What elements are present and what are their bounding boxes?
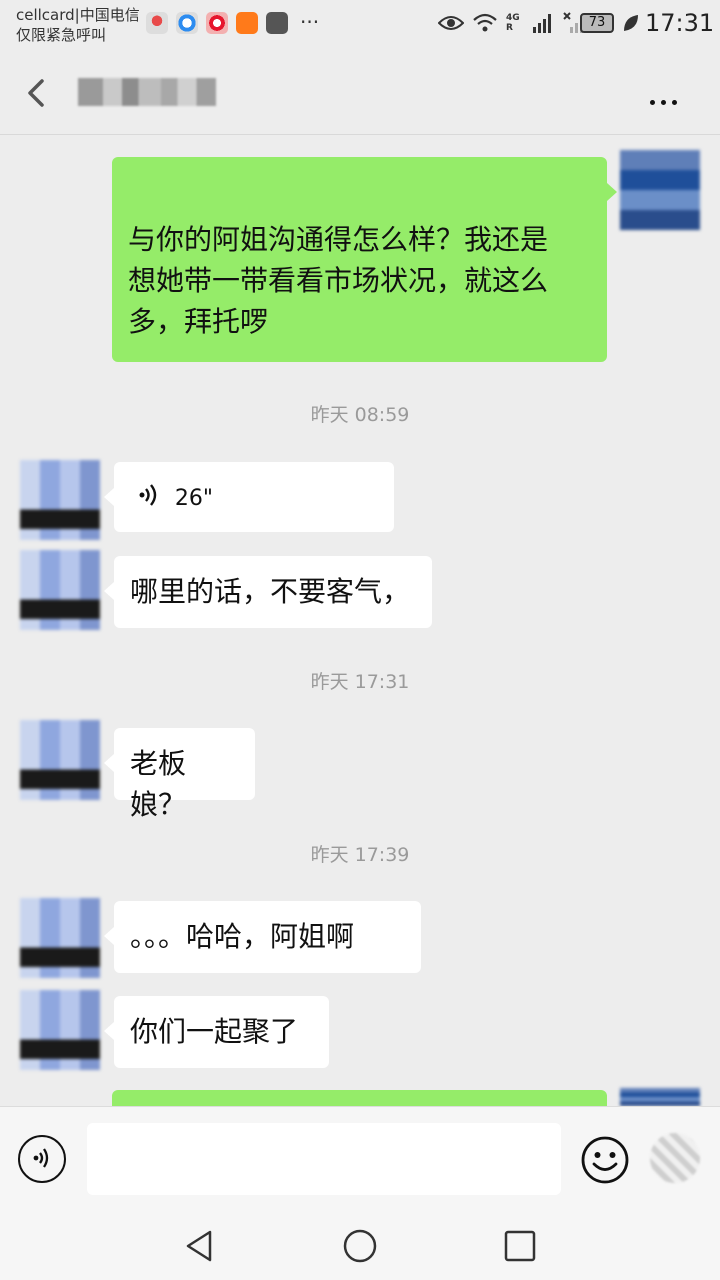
browser-app-icon (176, 12, 198, 34)
network-type: 4G R (506, 13, 520, 33)
message-text: 哪里的话，不要客气， (130, 575, 411, 608)
location-app-icon (146, 12, 168, 34)
message-text: 你们一起聚了 (130, 1015, 299, 1048)
back-chevron-icon[interactable] (20, 76, 54, 110)
incoming-message[interactable]: 老板娘？ (104, 728, 255, 821)
emergency-calls-only: 仅限紧急呼叫 (16, 26, 107, 44)
message-input[interactable] (87, 1123, 561, 1195)
nav-home-icon[interactable] (342, 1228, 378, 1264)
timestamp: 昨天 17:39 (310, 844, 410, 866)
message-text: 老板娘？ (130, 747, 187, 821)
eye-comfort-icon (438, 16, 464, 30)
voice-message[interactable]: 26" (104, 462, 394, 532)
incoming-message[interactable]: 。。。哈哈，阿姐啊 (104, 901, 421, 973)
incoming-message[interactable]: 你们一起聚了 (104, 996, 329, 1068)
message-text-line: 多，拜托啰 (128, 305, 269, 338)
message-text-line: 想她带一带看看市场状况，就这么 (128, 264, 549, 297)
outgoing-message[interactable]: 与你的阿姐沟通得怎么样？我还是 想她带一带看看市场状况，就这么 多，拜托啰 (112, 157, 617, 362)
outgoing-message-partial[interactable] (112, 1090, 607, 1106)
weibo-app-icon (206, 12, 228, 34)
plus-icon[interactable] (650, 1133, 700, 1183)
chat-title-pixelated (78, 78, 216, 106)
clock: 17:31 (645, 9, 715, 37)
timestamp: 昨天 17:31 (310, 671, 410, 693)
message-app-icon (266, 12, 288, 34)
contact-avatar[interactable] (20, 990, 100, 1070)
my-avatar[interactable] (620, 150, 700, 230)
more-dots-icon[interactable] (650, 90, 690, 105)
power-saving-leaf-icon (624, 15, 638, 31)
voice-input-icon[interactable] (18, 1135, 66, 1183)
message-text-line: 与你的阿姐沟通得怎么样？我还是 (128, 223, 549, 256)
input-bar (0, 1106, 720, 1211)
video-app-icon (236, 12, 258, 34)
contact-avatar[interactable] (20, 720, 100, 800)
chat-header (0, 50, 720, 135)
nav-recents-icon[interactable] (502, 1228, 538, 1264)
more-notifications-icon: ··· (300, 10, 320, 34)
nav-back-icon[interactable] (182, 1228, 218, 1264)
contact-avatar[interactable] (20, 460, 100, 540)
navigation-bar (0, 1210, 720, 1280)
carrier-name: cellcard|中国电信 (16, 6, 140, 24)
wifi-icon (473, 13, 497, 32)
timestamp: 昨天 08:59 (310, 404, 410, 426)
voice-wave-icon (138, 478, 160, 519)
notification-icons (146, 12, 288, 34)
battery-level: 73 (580, 13, 614, 33)
status-bar: cellcard|中国电信 仅限紧急呼叫 ··· 4G R 73 17:31 (0, 0, 720, 50)
emoji-icon[interactable] (580, 1135, 630, 1185)
system-icons: 4G R (438, 12, 588, 34)
voice-duration: 26" (174, 485, 214, 511)
carrier-info: cellcard|中国电信 仅限紧急呼叫 (16, 5, 140, 45)
incoming-message[interactable]: 哪里的话，不要客气， (104, 556, 432, 628)
message-text: 。。。哈哈，阿姐啊 (130, 920, 355, 953)
my-avatar[interactable] (620, 1088, 700, 1106)
contact-avatar[interactable] (20, 550, 100, 630)
signal-strength-icon (533, 14, 551, 33)
contact-avatar[interactable] (20, 898, 100, 978)
